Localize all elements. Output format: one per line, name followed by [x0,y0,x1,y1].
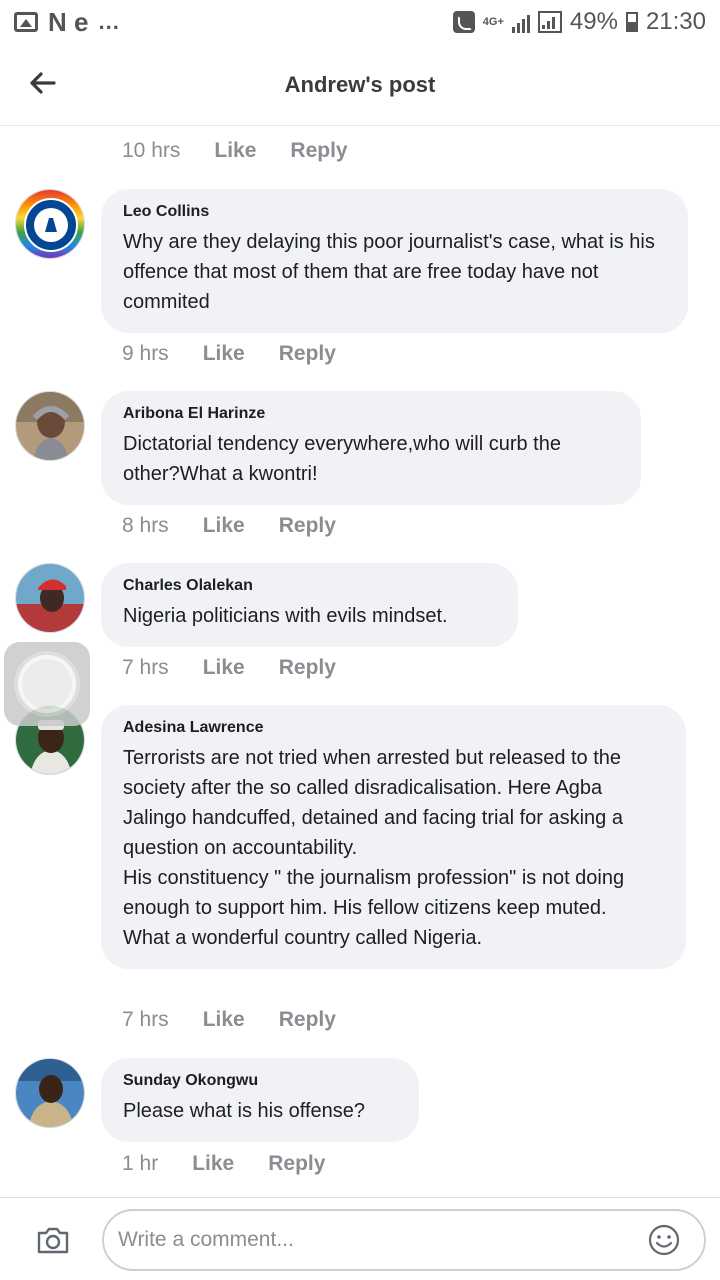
comments-list[interactable]: 10 hrs Like Reply Leo Collins Why are th… [0,127,720,1197]
comment-author[interactable]: Leo Collins [123,203,666,221]
user-avatar[interactable] [15,391,85,461]
back-button[interactable] [26,66,60,100]
signal-strength-2-icon [537,11,562,33]
comment-time: 7 hrs [122,1008,169,1031]
user-avatar[interactable] [15,563,85,633]
comment-author[interactable]: Adesina Lawrence [123,719,664,737]
like-button[interactable]: Like [203,1008,245,1032]
post-header: Andrew's post [0,44,720,126]
status-bar: N e ... 4G+ 49% 21:30 [0,0,720,44]
clock: 21:30 [645,8,706,35]
camera-icon [37,1227,69,1254]
reply-button[interactable]: Reply [279,1008,336,1032]
status-bar-right: 4G+ 49% 21:30 [452,8,706,36]
chelsea-badge-icon [16,190,84,258]
like-button[interactable]: Like [203,514,245,538]
comment-meta: 9 hrs Like Reply [122,342,336,366]
battery-percent: 49% [569,8,618,35]
comment-text: Dictatorial tendency everywhere,who will… [123,433,567,485]
status-bar-left: N e ... [14,7,120,38]
like-button[interactable]: Like [214,139,256,163]
assistive-touch-button[interactable] [4,642,90,726]
comment-bubble[interactable]: Aribona El Harinze Dictatorial tendency … [101,391,641,505]
gallery-notification-icon [14,12,38,32]
comment-meta: 7 hrs Like Reply [122,1008,336,1032]
comment-bubble[interactable]: Adesina Lawrence Terrorists are not trie… [101,705,686,969]
battery-icon [625,12,638,32]
reply-button[interactable]: Reply [279,514,336,538]
comment-author[interactable]: Sunday Okongwu [123,1072,397,1090]
person-photo-icon [16,564,84,632]
comment-text: Terrorists are not tried when arrested b… [123,747,625,949]
comment-meta: 8 hrs Like Reply [122,514,336,538]
arrow-left-icon [30,72,56,94]
comment-input-box[interactable] [102,1209,706,1271]
comment-time: 8 hrs [122,514,169,537]
like-button[interactable]: Like [203,656,245,680]
comment-author[interactable]: Charles Olalekan [123,577,496,595]
emoji-button[interactable] [648,1224,680,1256]
reply-button[interactable]: Reply [279,342,336,366]
camera-button[interactable] [36,1226,70,1254]
comment-time: 7 hrs [122,656,169,679]
comment-bubble[interactable]: Sunday Okongwu Please what is his offens… [101,1058,419,1142]
reply-button[interactable]: Reply [268,1152,325,1176]
comment-text: Why are they delaying this poor journali… [123,231,661,313]
user-avatar[interactable] [15,1058,85,1128]
reply-button[interactable]: Reply [290,139,347,163]
comment-bubble[interactable]: Leo Collins Why are they delaying this p… [101,189,688,333]
comment-time: 10 hrs [122,139,181,162]
comment-author[interactable]: Aribona El Harinze [123,405,619,423]
like-button[interactable]: Like [203,342,245,366]
like-button[interactable]: Like [192,1152,234,1176]
signal-strength-icon [511,11,530,33]
app-notification-text: N e [48,6,89,37]
comment-text: Nigeria politicians with evils mindset. [123,605,448,627]
chelsea-badge-avatar[interactable] [15,189,85,259]
comment-meta: 10 hrs Like Reply [122,139,348,163]
person-photo-icon [16,392,84,460]
comment-meta: 1 hr Like Reply [122,1152,325,1176]
comment-input[interactable] [118,1228,618,1252]
person-photo-icon [16,1059,84,1127]
assistive-touch-ring-icon [18,655,76,713]
comment-text: Please what is his offense? [123,1100,366,1122]
comment-time: 1 hr [122,1152,159,1175]
page-title: Andrew's post [284,71,436,97]
comment-bubble[interactable]: Charles Olalekan Nigeria politicians wit… [101,563,518,647]
smiley-icon [648,1224,680,1256]
comment-composer [0,1197,720,1280]
more-notifications-icon: ... [98,9,120,34]
reply-button[interactable]: Reply [279,656,336,680]
call-notification-icon [452,11,475,33]
comment-time: 9 hrs [122,342,169,365]
comment-meta: 7 hrs Like Reply [122,656,336,680]
network-type-icon: 4G+ [482,16,504,28]
